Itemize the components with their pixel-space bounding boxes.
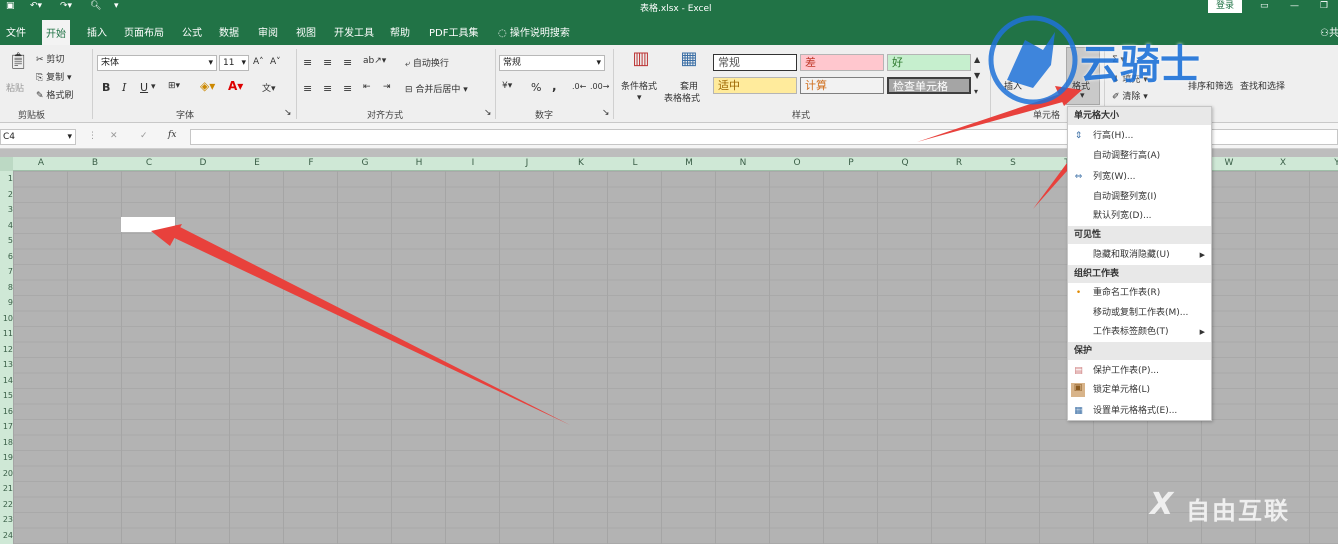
menu-header-cell-size: 单元格大小 bbox=[1068, 107, 1211, 125]
row-height-icon: ⇕ bbox=[1074, 131, 1083, 141]
protect-sheet-icon: ▤ bbox=[1074, 366, 1083, 376]
format-cells-icon: ▦ bbox=[1074, 406, 1083, 416]
menu-item-hide-unhide[interactable]: 隐藏和取消隐藏(U) ▶ bbox=[1068, 246, 1211, 264]
submenu-arrow-icon: ▶ bbox=[1199, 251, 1205, 259]
watermark-brand-text: 云骑士 bbox=[1080, 42, 1200, 88]
menu-header-visibility: 可见性 bbox=[1068, 226, 1211, 244]
watermark-brand2-text: 自由互联 bbox=[1186, 497, 1290, 525]
menu-header-organize-sheets: 组织工作表 bbox=[1068, 265, 1211, 283]
arrow-to-cell bbox=[166, 225, 570, 425]
rename-icon: • bbox=[1075, 288, 1082, 298]
submenu-arrow-icon: ▶ bbox=[1199, 328, 1205, 336]
x-logo-icon: X bbox=[1150, 487, 1174, 522]
menu-item-move-copy[interactable]: 移动或复制工作表(M)... bbox=[1068, 304, 1211, 322]
menu-item-autofit-row[interactable]: 自动调整行高(A) bbox=[1068, 147, 1211, 165]
menu-item-tab-color[interactable]: 工作表标签颜色(T) ▶ bbox=[1068, 323, 1211, 341]
menu-item-lock-cell[interactable]: ▣ 锁定单元格(L) bbox=[1068, 381, 1211, 399]
ziyouhulian-watermark: X 自由互联 bbox=[1150, 485, 1325, 525]
menu-item-column-width[interactable]: ⇔ 列宽(W)... bbox=[1068, 168, 1211, 186]
menu-item-format-cells[interactable]: ▦ 设置单元格格式(E)... bbox=[1068, 402, 1211, 420]
menu-item-autofit-column[interactable]: 自动调整列宽(I) bbox=[1068, 188, 1211, 206]
menu-item-default-width[interactable]: 默认列宽(D)... bbox=[1068, 207, 1211, 225]
menu-header-protection: 保护 bbox=[1068, 342, 1211, 360]
lock-icon: ▣ bbox=[1071, 383, 1085, 397]
menu-item-rename-sheet[interactable]: • 重命名工作表(R) bbox=[1068, 284, 1211, 302]
menu-item-row-height[interactable]: ⇕ 行高(H)... bbox=[1068, 127, 1211, 145]
excel-window: ▣ ↶▾ ↷▾ 🔍︎ ▾ 表格.xlsx - Excel 登录 ▭ — ❐ 文件… bbox=[0, 0, 1338, 544]
format-dropdown-menu: 单元格大小 ⇕ 行高(H)... 自动调整行高(A) ⇔ 列宽(W)... 自动调整… bbox=[1067, 106, 1212, 421]
menu-item-protect-sheet[interactable]: ▤ 保护工作表(P)... bbox=[1068, 362, 1211, 380]
column-width-icon: ⇔ bbox=[1074, 172, 1083, 182]
yunqishi-watermark: 云骑士 bbox=[985, 10, 1285, 105]
